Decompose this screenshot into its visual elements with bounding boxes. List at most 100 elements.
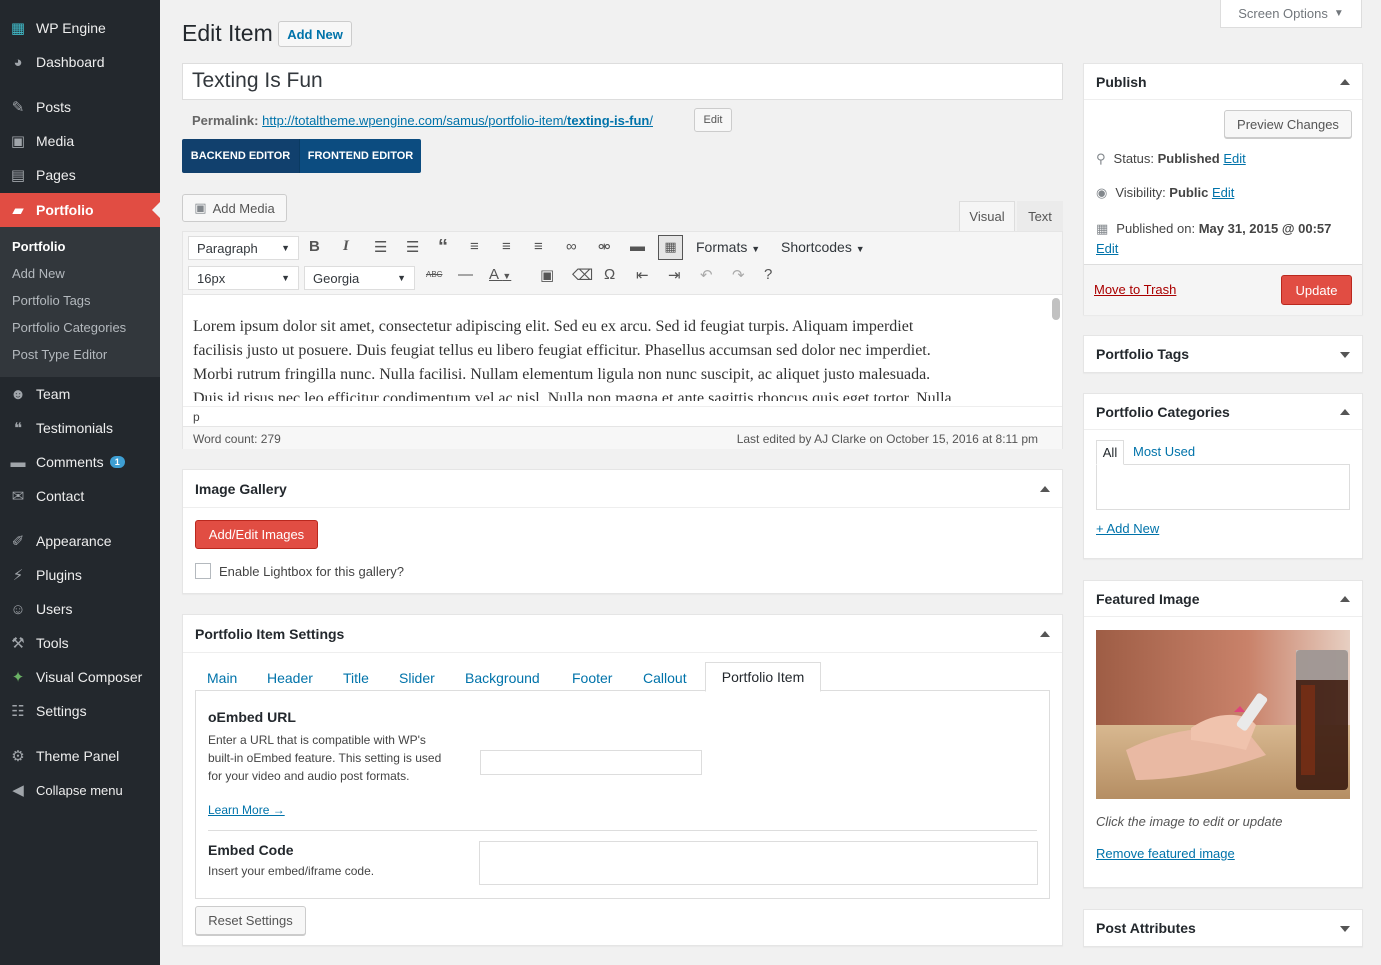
indent-icon[interactable]: ⇥: [668, 266, 681, 284]
special-character-icon[interactable]: Ω: [604, 266, 615, 283]
toggle-down-icon[interactable]: [1340, 352, 1350, 358]
category-tab-all[interactable]: All: [1096, 440, 1124, 465]
tab-callout[interactable]: Callout: [643, 670, 687, 686]
paragraph-select[interactable]: Paragraph ▼: [188, 236, 299, 260]
toggle-up-icon[interactable]: [1040, 486, 1050, 492]
text-color-icon[interactable]: A ▼: [489, 266, 511, 283]
numbered-list-icon[interactable]: ☰: [406, 238, 419, 256]
menu-media[interactable]: ▣ Media: [0, 124, 160, 158]
clear-formatting-icon[interactable]: ⌫: [572, 266, 593, 284]
tab-title[interactable]: Title: [343, 670, 369, 686]
menu-tools[interactable]: ⚒ Tools: [0, 626, 160, 660]
permalink-edit-button[interactable]: Edit: [694, 108, 732, 132]
update-button[interactable]: Update: [1281, 275, 1352, 305]
menu-portfolio[interactable]: ▰ Portfolio: [0, 193, 160, 227]
undo-icon[interactable]: ↶: [700, 266, 713, 284]
outdent-icon[interactable]: ⇤: [636, 266, 649, 284]
menu-dashboard[interactable]: ◕ Dashboard: [0, 45, 160, 79]
add-new-category-link[interactable]: + Add New: [1096, 521, 1159, 536]
preview-changes-button[interactable]: Preview Changes: [1224, 110, 1352, 138]
permalink-label: Permalink:: [192, 113, 259, 128]
menu-users[interactable]: ☺ Users: [0, 592, 160, 626]
bullet-list-icon[interactable]: ☰: [374, 238, 387, 256]
oembed-url-input[interactable]: [480, 750, 702, 775]
bold-icon[interactable]: B: [309, 238, 320, 255]
menu-pages[interactable]: ▤ Pages: [0, 158, 160, 192]
frontend-editor-button[interactable]: FRONTEND EDITOR: [299, 139, 421, 173]
menu-testimonials[interactable]: ❝ Testimonials: [0, 411, 160, 445]
post-title-input[interactable]: Texting Is Fun: [182, 63, 1063, 100]
menu-plugins[interactable]: ⚡ Plugins: [0, 558, 160, 592]
embed-code-textarea[interactable]: [479, 841, 1038, 885]
tab-footer[interactable]: Footer: [572, 670, 612, 686]
menu-wp-engine[interactable]: ▦ WP Engine: [0, 11, 160, 45]
toggle-up-icon[interactable]: [1340, 409, 1350, 415]
tab-background[interactable]: Background: [465, 670, 540, 686]
submenu-post-type-editor[interactable]: Post Type Editor: [12, 347, 107, 362]
add-media-button[interactable]: ▣ Add Media: [182, 194, 287, 222]
reset-settings-button[interactable]: Reset Settings: [195, 906, 306, 935]
font-family-select[interactable]: Georgia ▼: [304, 266, 415, 290]
media-add-icon: ▣: [194, 200, 207, 215]
align-right-icon[interactable]: ≡: [534, 238, 543, 255]
menu-contact[interactable]: ✉ Contact: [0, 479, 160, 513]
lightbox-checkbox[interactable]: [195, 563, 211, 579]
toggle-up-icon[interactable]: [1340, 79, 1350, 85]
editor-content[interactable]: Lorem ipsum dolor sit amet, consectetur …: [193, 315, 1043, 401]
submenu-add-new[interactable]: Add New: [12, 266, 65, 281]
caret-down-icon: ▼: [281, 243, 290, 253]
menu-team[interactable]: ☻ Team: [0, 377, 160, 411]
tab-portfolio-item[interactable]: Portfolio Item: [705, 662, 821, 692]
shortcodes-dropdown[interactable]: Shortcodes ▼: [781, 239, 865, 255]
toolbar-toggle-icon[interactable]: ▦: [658, 235, 683, 260]
backend-editor-button[interactable]: BACKEND EDITOR: [182, 139, 299, 173]
formats-dropdown[interactable]: Formats ▼: [696, 239, 760, 255]
collapse-menu[interactable]: ◀ Collapse menu: [0, 773, 160, 807]
visual-tab[interactable]: Visual: [959, 201, 1015, 231]
blockquote-icon[interactable]: “: [438, 236, 448, 259]
text-tab[interactable]: Text: [1017, 201, 1063, 231]
submenu-portfolio-categories[interactable]: Portfolio Categories: [12, 320, 126, 335]
featured-image-thumbnail[interactable]: [1096, 630, 1350, 799]
published-edit-link[interactable]: Edit: [1096, 241, 1118, 256]
menu-comments[interactable]: ▬ Comments 1: [0, 445, 160, 479]
status-edit-link[interactable]: Edit: [1223, 151, 1245, 166]
remove-featured-image-link[interactable]: Remove featured image: [1096, 846, 1235, 861]
menu-visual-composer[interactable]: ✦ Visual Composer: [0, 660, 160, 694]
menu-appearance[interactable]: ✐ Appearance: [0, 524, 160, 558]
visibility-edit-link[interactable]: Edit: [1212, 185, 1234, 200]
tab-main[interactable]: Main: [207, 670, 237, 686]
editor-scrollbar[interactable]: [1052, 298, 1060, 320]
content-line: Duis id risus nec leo efficitur condimen…: [193, 390, 952, 401]
toggle-up-icon[interactable]: [1340, 596, 1350, 602]
move-to-trash-link[interactable]: Move to Trash: [1094, 282, 1176, 297]
screen-options-toggle[interactable]: Screen Options ▼: [1220, 0, 1362, 28]
learn-more-link[interactable]: Learn More →: [208, 803, 285, 817]
plugin-icon: ⚡: [12, 567, 24, 584]
horizontal-line-icon[interactable]: —: [458, 266, 473, 283]
toggle-up-icon[interactable]: [1040, 631, 1050, 637]
unlink-icon[interactable]: ⚮: [598, 238, 611, 256]
help-icon[interactable]: ?: [764, 266, 772, 283]
link-icon[interactable]: ∞: [566, 238, 577, 255]
toggle-down-icon[interactable]: [1340, 926, 1350, 932]
menu-posts[interactable]: ✎ Posts: [0, 90, 160, 124]
permalink-url[interactable]: http://totaltheme.wpengine.com/samus/por…: [262, 113, 653, 128]
font-size-select[interactable]: 16px ▼: [188, 266, 299, 290]
paste-text-icon[interactable]: ▣: [540, 266, 554, 284]
align-center-icon[interactable]: ≡: [502, 238, 511, 255]
tab-header[interactable]: Header: [267, 670, 313, 686]
align-left-icon[interactable]: ≡: [470, 238, 479, 255]
tab-slider[interactable]: Slider: [399, 670, 435, 686]
add-new-button[interactable]: Add New: [278, 21, 352, 47]
category-tab-most-used[interactable]: Most Used: [1133, 444, 1195, 459]
submenu-portfolio[interactable]: Portfolio: [12, 239, 65, 254]
strikethrough-icon[interactable]: ABC: [426, 270, 442, 279]
italic-icon[interactable]: I: [343, 238, 349, 255]
add-edit-images-button[interactable]: Add/Edit Images: [195, 520, 318, 549]
submenu-portfolio-tags[interactable]: Portfolio Tags: [12, 293, 91, 308]
read-more-icon[interactable]: ▬: [630, 238, 645, 255]
redo-icon[interactable]: ↷: [732, 266, 745, 284]
menu-settings[interactable]: ☷ Settings: [0, 694, 160, 728]
menu-theme-panel[interactable]: ⚙ Theme Panel: [0, 739, 160, 773]
